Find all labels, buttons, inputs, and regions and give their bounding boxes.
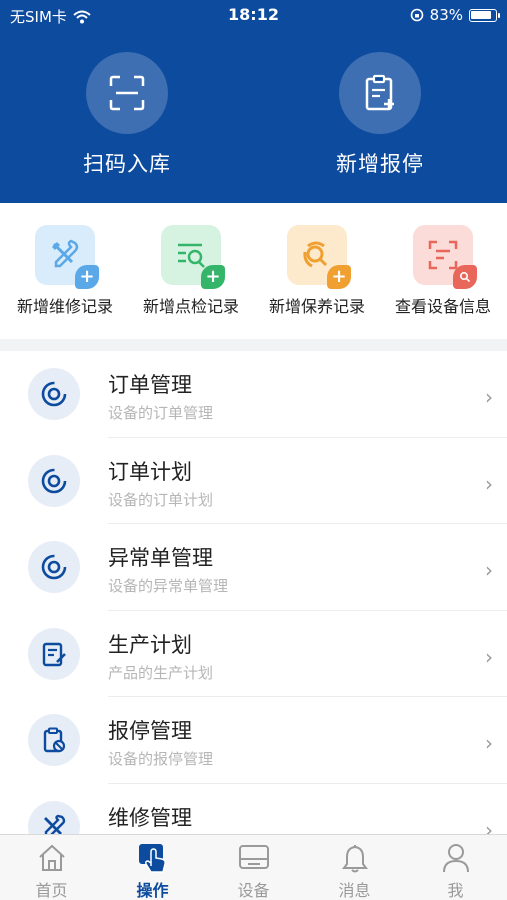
tab-label: 设备 [237,881,270,900]
gear-wrench-icon [303,241,328,268]
rotation-lock-icon [410,8,423,22]
list-item-subtitle: 设备的异常单管理 [108,577,229,595]
quick-actions: + 新增维修记录 + 新增点检记录 + 新增保养记录 查看设备信息 [0,203,507,339]
status-bar: 无SIM卡 18:12 83% [0,0,507,30]
repair-tools-icon [28,800,80,834]
list-item-production-plan[interactable]: 生产计划 产品的生产计划 › [0,611,507,697]
plus-badge-icon: + [75,265,99,289]
touch-hand-icon [138,844,166,873]
tab-label: 操作 [136,881,169,900]
scan-inbound-label: 扫码入库 [83,152,171,176]
list-item-title: 报停管理 [108,719,192,743]
tab-home[interactable]: 首页 [1,841,102,900]
home-icon [38,844,65,871]
hero-panel: 扫码入库 新增报停 [0,30,507,203]
quick-action-label: 查看设备信息 [394,297,491,316]
list-item-title: 维修管理 [108,805,192,830]
tab-devices[interactable]: 设备 [203,841,304,900]
device-info-icon [413,225,477,289]
tab-label: 消息 [338,881,371,900]
edit-document-icon [28,627,80,680]
device-icon [238,845,269,869]
tab-label: 首页 [35,881,68,900]
list-item-title: 异常单管理 [108,546,213,570]
bell-icon [341,845,368,873]
list-item-title: 订单计划 [108,459,192,484]
quick-action-label: 新增保养记录 [268,297,365,316]
wrench-screwdriver-icon [52,239,79,268]
chevron-right-icon: › [485,817,493,835]
list-item-repair-management[interactable]: 维修管理 › [0,784,507,835]
tab-label: 我 [447,881,464,900]
maintenance-icon: + [287,225,351,289]
target-icon [28,541,80,593]
list-item-subtitle: 设备的订单管理 [108,404,214,422]
repair-tools-icon: + [35,225,99,289]
clipboard-plus-icon [365,74,394,111]
target-icon [28,454,80,507]
tab-me[interactable]: 我 [405,841,506,900]
quick-add-repair-record[interactable]: + 新增维修记录 [2,225,128,317]
function-list: 订单管理 设备的订单管理 › 订单计划 设备的订单计划 › 异常单管理 设备的异… [0,351,507,834]
plus-badge-icon: + [201,265,225,289]
list-item-subtitle: 产品的生产计划 [108,663,214,682]
document-scan-icon [428,240,458,270]
list-item-order-management[interactable]: 订单管理 设备的订单管理 › [0,351,507,438]
battery-percent: 83% [429,6,463,24]
quick-add-maintenance-record[interactable]: + 新增保养记录 [254,225,380,317]
tab-messages[interactable]: 消息 [304,841,405,900]
list-item-subtitle: 设备的订单计划 [108,490,214,509]
scan-icon-circle [86,52,168,134]
list-item-subtitle: 设备的报停管理 [108,750,214,768]
inspection-icon: + [161,225,225,289]
tab-operations[interactable]: 操作 [102,841,203,900]
quick-view-device-info[interactable]: 查看设备信息 [380,225,506,317]
chevron-right-icon: › [485,731,493,755]
user-icon [442,844,469,873]
quick-action-label: 新增维修记录 [16,297,113,316]
clipboard-stop-icon [28,714,80,766]
list-item-order-plan[interactable]: 订单计划 设备的订单计划 › [0,438,507,524]
scan-inbound-button[interactable]: 扫码入库 [27,52,227,178]
target-icon [28,368,80,420]
chevron-right-icon: › [485,558,493,582]
add-suspension-icon-circle [339,52,421,134]
scan-icon [109,75,145,111]
battery-icon [469,8,500,22]
search-badge-icon [453,265,477,289]
chevron-right-icon: › [485,644,493,669]
chevron-right-icon: › [485,471,493,496]
chevron-right-icon: › [485,385,493,409]
list-item-exception-management[interactable]: 异常单管理 设备的异常单管理 › [0,524,507,611]
list-item-suspension-management[interactable]: 报停管理 设备的报停管理 › [0,697,507,784]
list-item-title: 订单管理 [108,373,192,397]
quick-add-inspection-record[interactable]: + 新增点检记录 [128,225,254,317]
list-search-icon [178,243,205,268]
list-item-title: 生产计划 [108,632,192,657]
bottom-tab-bar: 首页 操作 设备 消息 我 [0,834,507,900]
plus-badge-icon: + [327,265,351,289]
add-suspension-button[interactable]: 新增报停 [280,52,480,178]
add-suspension-label: 新增报停 [336,152,424,176]
quick-action-label: 新增点检记录 [142,297,239,316]
